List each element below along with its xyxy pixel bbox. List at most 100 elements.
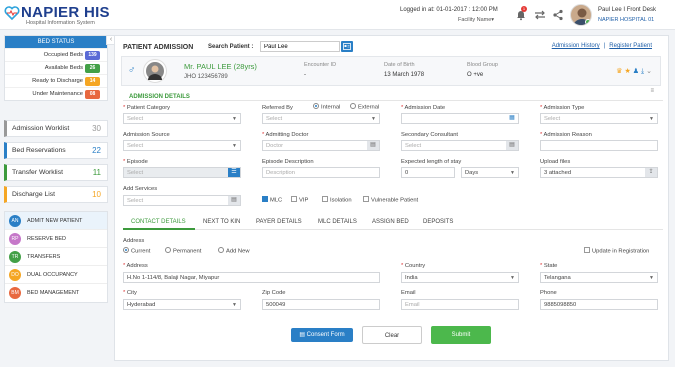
calendar-icon: ▦ — [506, 114, 518, 123]
consent-form-button[interactable]: ▤ Consent Form — [291, 328, 353, 342]
submit-button[interactable]: Submit — [431, 326, 491, 344]
tab-deposits[interactable]: DEPOSITS — [423, 219, 453, 225]
phone-input[interactable]: 9885098850 — [540, 299, 658, 310]
app-logo[interactable]: NAPIER HIS Hospital Information System — [4, 3, 124, 27]
chevron-down-icon: ▼ — [232, 116, 237, 122]
transfer-icon[interactable] — [534, 9, 546, 21]
vip-checkbox[interactable]: VIP — [291, 196, 308, 204]
tab-mlc-details[interactable]: MLC DETAILS — [318, 219, 357, 225]
id-card-icon: ▤ — [506, 141, 518, 150]
episode-description-input[interactable]: Description — [262, 167, 380, 178]
action-bed-management[interactable]: BM BED MANAGEMENT — [5, 284, 107, 302]
action-badge: DO — [9, 269, 21, 281]
admission-reason-textarea[interactable] — [540, 140, 658, 151]
bed-status-row[interactable]: Occupied Beds 139 — [5, 48, 107, 61]
facility-dropdown[interactable]: Facility Name▾ — [458, 17, 494, 23]
expand-icon[interactable]: ≡ — [650, 88, 654, 94]
bed-status-row[interactable]: Ready to Discharge 14 — [5, 74, 107, 87]
share-icon[interactable] — [552, 9, 564, 21]
register-patient-link[interactable]: Register Patient — [609, 43, 652, 49]
blood-group-value: O +ve — [467, 72, 484, 78]
current-address-radio[interactable]: Current — [123, 247, 150, 255]
action-transfers[interactable]: TR TRANSFERS — [5, 248, 107, 266]
worklist-discharge[interactable]: Discharge List 10 — [4, 186, 108, 203]
action-label: BED MANAGEMENT — [27, 290, 80, 296]
country-select[interactable]: India ▼ — [401, 272, 519, 283]
action-reserve-bed[interactable]: RP RESERVE BED — [5, 230, 107, 248]
patient-category-select[interactable]: Select ▼ — [123, 113, 241, 124]
city-label: * City — [123, 290, 137, 296]
encounter-value: - — [304, 72, 306, 78]
worklist-count: 22 — [92, 146, 101, 155]
bed-status-label: Occupied Beds — [43, 52, 83, 58]
admission-reason-label: * Admission Reason — [540, 132, 592, 138]
dob-label: Date of Birth — [384, 62, 415, 68]
tab-contact-details[interactable]: CONTACT DETAILS — [131, 219, 186, 225]
worklist-transfer[interactable]: Transfer Worklist 11 — [4, 164, 108, 181]
admission-history-link[interactable]: Admission History — [552, 43, 600, 49]
id-card-icon: ▤ — [367, 141, 379, 150]
worklist-bed-reservations[interactable]: Bed Reservations 22 — [4, 142, 108, 159]
stay-length-input[interactable]: 0 — [401, 167, 455, 178]
user-avatar[interactable] — [570, 4, 592, 26]
star-icon[interactable]: ★ — [624, 68, 632, 75]
dob-value: 13 March 1978 — [384, 72, 425, 78]
referred-by-select[interactable]: Select ▼ — [262, 113, 380, 124]
email-input[interactable]: Email — [401, 299, 519, 310]
admitting-doctor-input[interactable]: Doctor ▤ — [262, 140, 380, 151]
upload-icon: ⇪ — [645, 168, 657, 177]
episode-select[interactable]: Select ☰ — [123, 167, 241, 178]
worklist-admission[interactable]: Admission Worklist 30 — [4, 120, 108, 137]
admission-source-select[interactable]: Select ▼ — [123, 140, 241, 151]
search-patient-input[interactable] — [260, 41, 340, 52]
bed-status-row[interactable]: Available Beds 26 — [5, 61, 107, 74]
action-admit-new-patient[interactable]: AN ADMIT NEW PATIENT — [5, 212, 107, 230]
secondary-consultant-input[interactable]: Select ▤ — [401, 140, 519, 151]
admission-date-input[interactable]: ▦ — [401, 113, 519, 124]
action-badge: RP — [9, 233, 21, 245]
search-button[interactable] — [341, 41, 353, 52]
list-icon: ☰ — [228, 168, 240, 177]
add-services-input[interactable]: Select ▤ — [123, 195, 241, 206]
family-icon[interactable]: ♟ — [633, 68, 641, 75]
permanent-address-radio[interactable]: Permanent — [165, 247, 201, 255]
isolation-checkbox[interactable]: Isolation — [322, 196, 352, 204]
episode-label: * Episode — [123, 159, 148, 165]
episode-description-label: Episode Description — [262, 159, 314, 165]
male-icon: ♂ — [128, 65, 136, 76]
bed-status-label: Available Beds — [44, 65, 83, 71]
address-input[interactable]: H.No 1-114/8, Balaji Nagar, Miyapur — [123, 272, 380, 283]
update-registration-checkbox[interactable]: Update in Registration — [584, 247, 649, 255]
tab-assign-bed[interactable]: ASSIGN BED — [372, 219, 409, 225]
vulnerable-patient-checkbox[interactable]: Vulnerable Patient — [363, 196, 418, 204]
bed-status-panel: BED STATUS Occupied Beds 139 Available B… — [4, 35, 108, 101]
admission-type-select[interactable]: Select ▼ — [540, 113, 658, 124]
action-badge: AN — [9, 215, 21, 227]
patient-flag-icons[interactable]: ♛★♟⤓⌄ — [616, 67, 654, 76]
stay-unit-select[interactable]: Days ▼ — [461, 167, 519, 178]
add-new-address-radio[interactable]: Add New — [218, 247, 250, 255]
logo-name: NAPIER HIS — [21, 4, 110, 21]
referred-internal-radio[interactable]: Internal — [313, 103, 340, 111]
blood-group-label: Blood Group — [467, 62, 498, 68]
worklist-label: Bed Reservations — [12, 147, 66, 154]
referred-external-radio[interactable]: External — [350, 103, 379, 111]
bed-status-count: 14 — [85, 77, 100, 86]
upload-files-input[interactable]: 3 attached ⇪ — [540, 167, 658, 178]
action-label: TRANSFERS — [27, 254, 61, 260]
user-name[interactable]: Paul Lee I Front Desk — [598, 7, 656, 13]
chevron-down-icon[interactable]: ⌄ — [646, 68, 654, 75]
tab-payer-details[interactable]: PAYER DETAILS — [256, 219, 302, 225]
tab-next-to-kin[interactable]: NEXT TO KIN — [203, 219, 240, 225]
state-select[interactable]: Telangana ▼ — [540, 272, 658, 283]
bed-status-label: Under Maintenance — [32, 91, 83, 97]
zip-code-input[interactable]: 500049 — [262, 299, 380, 310]
worklist-label: Discharge List — [12, 191, 56, 198]
bed-status-count: 26 — [85, 64, 100, 73]
action-dual-occupancy[interactable]: DO DUAL OCCUPANCY — [5, 266, 107, 284]
city-select[interactable]: Hyderabad ▼ — [123, 299, 241, 310]
bed-status-row[interactable]: Under Maintenance 08 — [5, 87, 107, 100]
clear-button[interactable]: Clear — [362, 326, 422, 344]
mlc-checkbox[interactable]: MLC — [262, 196, 282, 204]
id-card-icon — [343, 43, 351, 50]
